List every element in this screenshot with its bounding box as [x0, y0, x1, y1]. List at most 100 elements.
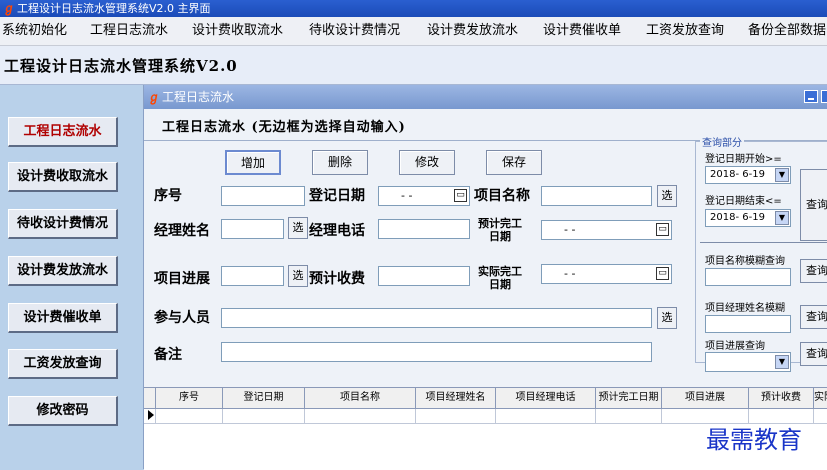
project-name-select-button[interactable]: 选: [657, 185, 677, 207]
grid-cell[interactable]: [223, 409, 305, 423]
progress-label: 项目进展: [154, 271, 210, 287]
manager-query-button[interactable]: 查询: [800, 305, 827, 329]
grid-corner: [144, 388, 156, 408]
add-button[interactable]: 增加: [225, 150, 281, 175]
column-header-reg-date[interactable]: 登记日期: [223, 388, 305, 408]
project-name-label: 项目名称: [474, 188, 530, 204]
name-fuzzy-input[interactable]: [705, 268, 791, 286]
form-subtitle: 工程日志流水 (无边框为选择自动输入): [162, 120, 406, 135]
child-window-project-log: ℊ 工程日志流水 工程日志流水 (无边框为选择自动输入) 增加 删除 修改 保存…: [143, 85, 827, 470]
menu-bar: 系统初始化 工程日志流水 设计费收取流水 待收设计费情况 设计费发放流水 设计费…: [0, 17, 827, 46]
calendar-icon[interactable]: ▭: [454, 189, 467, 202]
row-pointer-icon: [148, 410, 154, 420]
column-header-serial[interactable]: 序号: [156, 388, 223, 408]
progress-query-combo[interactable]: ▼: [705, 352, 791, 372]
end-date-label: 登记日期结束<=: [705, 196, 782, 207]
watermark-text: 最需教育: [706, 426, 802, 454]
actual-finish-value: - -: [564, 267, 576, 280]
actual-finish-label: 实际完工日期: [478, 265, 522, 291]
column-header-project-name[interactable]: 项目名称: [305, 388, 416, 408]
end-date-combo[interactable]: 2018- 6-19 ▼: [705, 209, 791, 227]
menu-item-fee-reminder[interactable]: 设计费催收单: [543, 17, 621, 45]
menu-item-pending-fees[interactable]: 待收设计费情况: [309, 17, 400, 45]
menu-item-fee-collection[interactable]: 设计费收取流水: [192, 17, 283, 45]
chevron-down-icon[interactable]: ▼: [775, 211, 789, 225]
save-button[interactable]: 保存: [486, 150, 542, 175]
nav-pending-fees-button[interactable]: 待收设计费情况: [8, 209, 118, 239]
nav-change-password-button[interactable]: 修改密码: [8, 396, 118, 426]
grid-cell[interactable]: [596, 409, 662, 423]
column-header-manager-phone[interactable]: 项目经理电话: [496, 388, 596, 408]
row-header: [144, 409, 156, 423]
manager-phone-input[interactable]: [378, 219, 470, 239]
window-titlebar: ℊ 工程设计日志流水管理系统V2.0 主界面: [0, 0, 827, 17]
planned-fee-input[interactable]: [378, 266, 470, 286]
start-date-value: 2018- 6-19: [710, 169, 765, 180]
column-header-planned-finish[interactable]: 预计完工日期: [596, 388, 662, 408]
app-logo-icon: ℊ: [148, 90, 161, 104]
planned-finish-value: - -: [564, 223, 576, 236]
maximize-button[interactable]: [821, 90, 827, 103]
date-query-button[interactable]: 查询: [800, 169, 827, 241]
remarks-label: 备注: [154, 347, 182, 363]
column-header-manager-name[interactable]: 项目经理姓名: [416, 388, 496, 408]
grid-cell[interactable]: [416, 409, 496, 423]
progress-query-button[interactable]: 查询: [800, 342, 827, 366]
nav-fee-reminder-button[interactable]: 设计费催收单: [8, 303, 118, 333]
menu-item-fee-distribution[interactable]: 设计费发放流水: [427, 17, 518, 45]
divider: [700, 242, 827, 243]
participants-input[interactable]: [221, 308, 652, 328]
manager-fuzzy-label: 项目经理姓名模糊: [705, 303, 785, 314]
progress-query-label: 项目进展查询: [705, 341, 765, 352]
name-query-button[interactable]: 查询: [800, 259, 827, 283]
participants-select-button[interactable]: 选: [657, 307, 677, 329]
minimize-button[interactable]: [804, 90, 818, 103]
manager-name-input[interactable]: [221, 219, 284, 239]
manager-name-select-button[interactable]: 选: [288, 217, 308, 239]
progress-select-button[interactable]: 选: [288, 265, 308, 287]
calendar-icon[interactable]: ▭: [656, 267, 669, 280]
query-panel-legend: 查询部分: [700, 134, 744, 149]
menu-item-backup-all[interactable]: 备份全部数据: [748, 17, 826, 45]
nav-fee-distribution-button[interactable]: 设计费发放流水: [8, 256, 118, 286]
edit-button[interactable]: 修改: [399, 150, 455, 175]
chevron-down-icon[interactable]: ▼: [775, 168, 789, 182]
serial-label: 序号: [154, 188, 182, 204]
serial-input[interactable]: [221, 186, 305, 206]
chevron-down-icon[interactable]: ▼: [775, 355, 789, 369]
child-window-titlebar: ℊ 工程日志流水: [144, 85, 827, 109]
column-header-planned-fee[interactable]: 预计收费: [749, 388, 814, 408]
column-header-actual[interactable]: 实际: [814, 388, 827, 408]
planned-fee-label: 预计收费: [309, 271, 365, 287]
reg-date-label: 登记日期: [309, 188, 365, 204]
nav-salary-query-button[interactable]: 工资发放查询: [8, 349, 118, 379]
project-name-input[interactable]: [541, 186, 652, 206]
reg-date-value: - -: [401, 189, 413, 202]
reg-date-picker[interactable]: - - ▭: [378, 186, 470, 206]
planned-finish-date-picker[interactable]: - - ▭: [541, 220, 672, 240]
query-panel: 查询部分 登记日期开始>= 2018- 6-19 ▼ 登记日期结束<= 2018…: [695, 134, 827, 372]
grid-cell[interactable]: [156, 409, 223, 423]
app-title: 工程设计日志流水管理系统V2.0: [4, 57, 238, 75]
grid-cell[interactable]: [496, 409, 596, 423]
menu-item-salary-query[interactable]: 工资发放查询: [646, 17, 724, 45]
grid-cell[interactable]: [305, 409, 416, 423]
progress-input[interactable]: [221, 266, 284, 286]
left-nav: 工程日志流水 设计费收取流水 待收设计费情况 设计费发放流水 设计费催收单 工资…: [0, 85, 143, 469]
app-header: 工程设计日志流水管理系统V2.0: [0, 46, 827, 85]
delete-button[interactable]: 删除: [312, 150, 368, 175]
menu-item-project-log[interactable]: 工程日志流水: [90, 17, 168, 45]
menu-item-system-init[interactable]: 系统初始化: [2, 17, 67, 45]
calendar-icon[interactable]: ▭: [656, 223, 669, 236]
window-title: 工程设计日志流水管理系统V2.0 主界面: [17, 2, 211, 15]
start-date-label: 登记日期开始>=: [705, 154, 782, 165]
start-date-combo[interactable]: 2018- 6-19 ▼: [705, 166, 791, 184]
nav-fee-collection-button[interactable]: 设计费收取流水: [8, 162, 118, 192]
nav-project-log-button[interactable]: 工程日志流水: [8, 117, 118, 147]
manager-fuzzy-input[interactable]: [705, 315, 791, 333]
participants-label: 参与人员: [154, 310, 210, 326]
actual-finish-date-picker[interactable]: - - ▭: [541, 264, 672, 284]
remarks-input[interactable]: [221, 342, 652, 362]
manager-name-label: 经理姓名: [154, 223, 210, 239]
column-header-progress[interactable]: 项目进展: [662, 388, 749, 408]
